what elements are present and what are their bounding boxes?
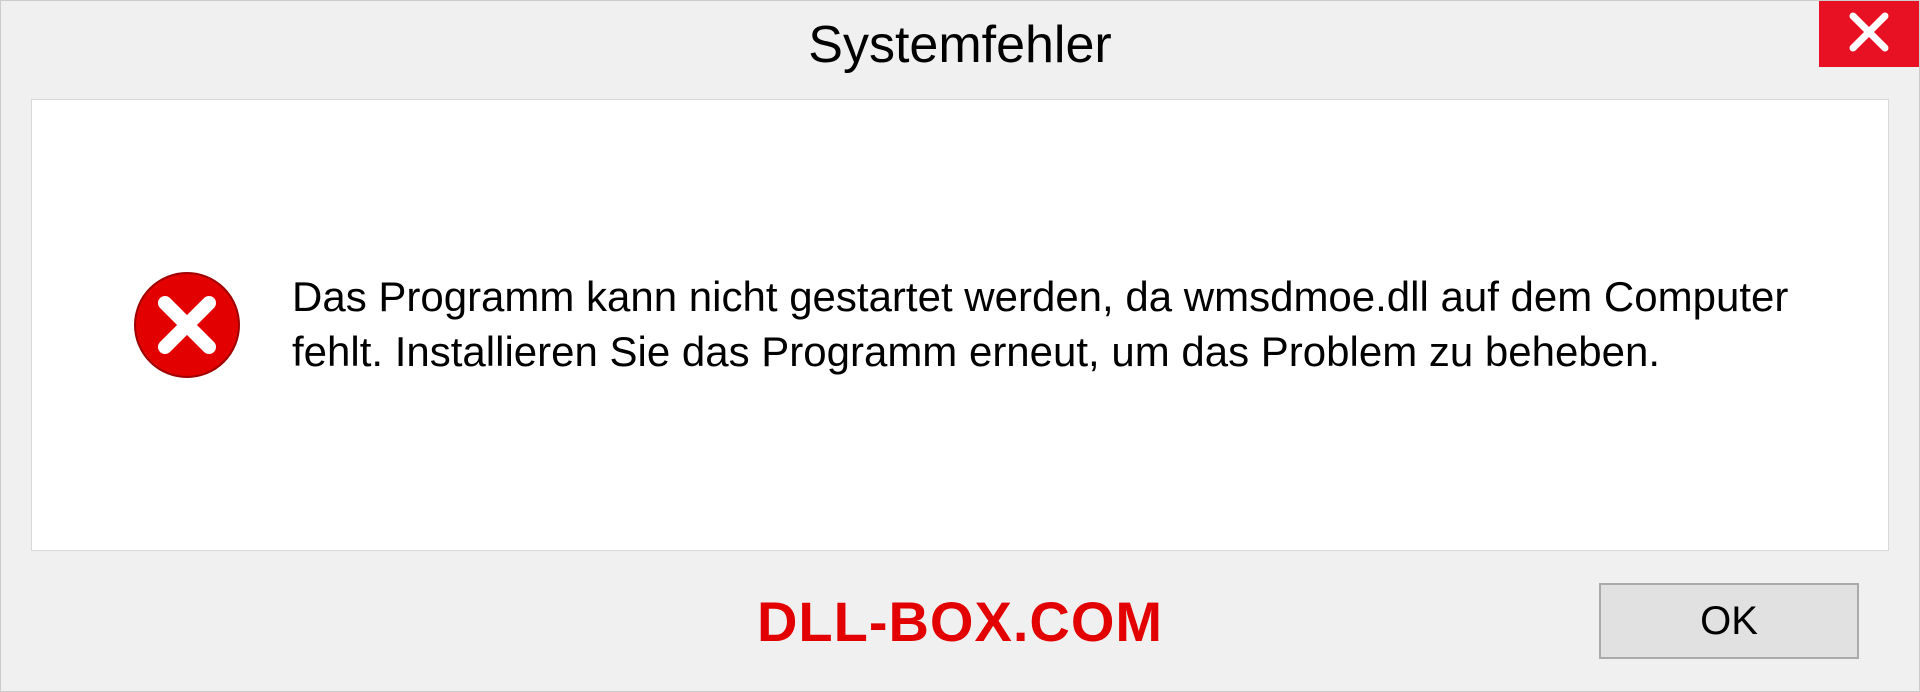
dialog-footer: DLL-BOX.COM OK	[1, 551, 1919, 691]
close-icon	[1847, 10, 1891, 59]
close-button[interactable]	[1819, 1, 1919, 67]
content-area: Das Programm kann nicht gestartet werden…	[31, 99, 1889, 551]
titlebar: Systemfehler	[1, 1, 1919, 89]
dialog-title: Systemfehler	[808, 15, 1111, 75]
watermark-text: DLL-BOX.COM	[757, 589, 1163, 654]
error-message: Das Programm kann nicht gestartet werden…	[292, 270, 1808, 379]
ok-button[interactable]: OK	[1599, 583, 1859, 659]
error-icon	[132, 270, 242, 380]
error-dialog: Systemfehler Das Programm kann nicht ges…	[0, 0, 1920, 692]
